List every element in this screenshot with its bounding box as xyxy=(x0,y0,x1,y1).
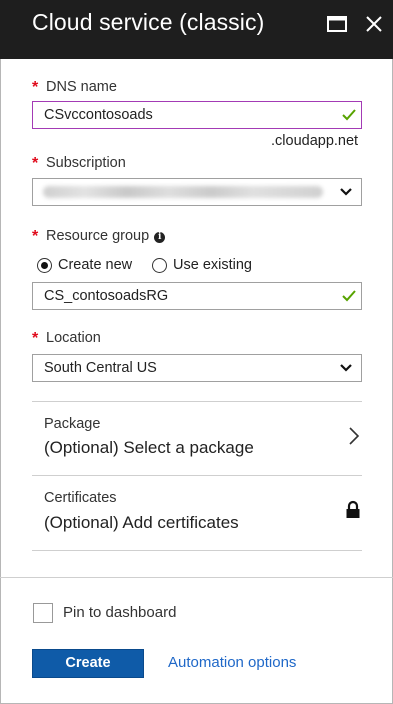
resource-group-value: CS_contosoadsRG xyxy=(44,288,169,304)
required-marker: * xyxy=(32,228,39,245)
footer-divider xyxy=(0,577,393,578)
radio-use-existing[interactable]: Use existing xyxy=(152,257,252,273)
certificates-selector[interactable]: Certificates (Optional) Add certificates xyxy=(32,476,362,550)
radio-create-new-label: Create new xyxy=(58,257,133,273)
required-marker: * xyxy=(32,330,39,347)
certificates-label: Certificates xyxy=(44,490,117,506)
close-icon[interactable] xyxy=(363,13,385,35)
chevron-right-icon xyxy=(349,427,360,445)
radio-unselected-icon xyxy=(152,257,167,273)
dns-suffix: .cloudapp.net xyxy=(271,133,359,149)
pin-to-dashboard-checkbox[interactable] xyxy=(33,603,53,623)
radio-selected-icon xyxy=(37,257,52,273)
resource-group-input[interactable]: CS_contosoadsRG xyxy=(32,282,362,310)
info-icon[interactable]: i xyxy=(154,232,166,243)
required-marker: * xyxy=(32,155,39,172)
title-bar: Cloud service (classic) xyxy=(0,0,393,59)
subscription-value-redacted xyxy=(43,186,323,198)
valid-check-icon xyxy=(342,109,356,121)
dns-name-input[interactable]: CSvccontosoads xyxy=(32,101,362,129)
chevron-down-icon xyxy=(340,364,352,372)
package-value: (Optional) Select a package xyxy=(44,438,254,457)
certificates-value: (Optional) Add certificates xyxy=(44,513,239,532)
location-dropdown[interactable]: South Central US xyxy=(32,354,362,382)
maximize-icon[interactable] xyxy=(326,13,348,35)
divider xyxy=(32,550,362,551)
create-button[interactable]: Create xyxy=(32,649,144,678)
lock-icon xyxy=(346,500,360,518)
automation-options-link[interactable]: Automation options xyxy=(168,654,296,671)
dns-name-value: CSvccontosoads xyxy=(44,107,153,123)
radio-create-new[interactable]: Create new xyxy=(37,257,132,273)
resource-group-label-wrap: Resource group i xyxy=(46,228,166,244)
valid-check-icon xyxy=(342,290,356,302)
chevron-down-icon xyxy=(340,188,352,196)
location-value: South Central US xyxy=(44,360,157,376)
resource-group-label: Resource group xyxy=(46,228,150,244)
package-selector[interactable]: Package (Optional) Select a package xyxy=(32,402,362,476)
subscription-dropdown[interactable] xyxy=(32,178,362,206)
location-label: Location xyxy=(46,330,101,346)
subscription-label: Subscription xyxy=(46,155,126,171)
required-marker: * xyxy=(32,79,39,96)
blade-title: Cloud service (classic) xyxy=(32,9,265,35)
pin-to-dashboard-label: Pin to dashboard xyxy=(63,604,177,621)
package-label: Package xyxy=(44,416,101,432)
radio-use-existing-label: Use existing xyxy=(173,257,252,273)
dns-name-label: DNS name xyxy=(46,79,117,95)
